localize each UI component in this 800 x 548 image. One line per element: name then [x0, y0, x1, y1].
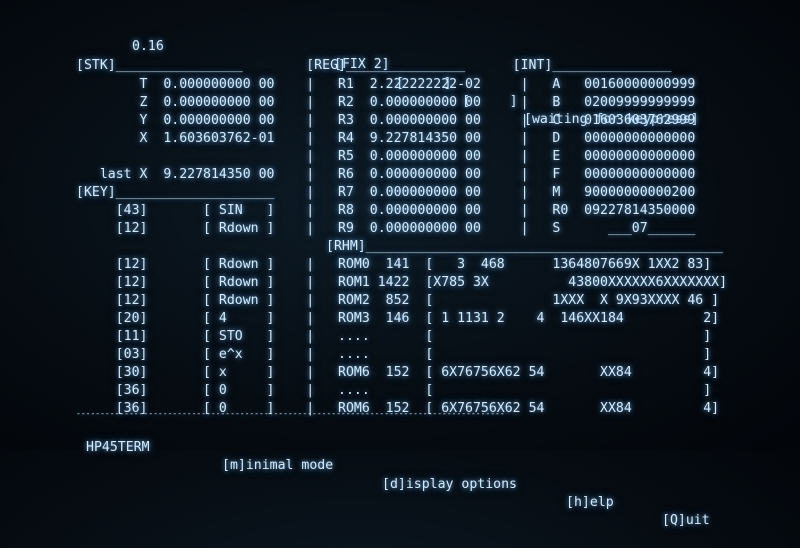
- register-cell: | R5 0.000000000 00: [274, 149, 489, 164]
- keycode-cell: [20] [ 4 ]: [76, 311, 275, 326]
- minimal-mode-option[interactable]: [m]inimal mode: [222, 457, 333, 475]
- key-rom-row-4: [11] [ STO ] | .... [ ]: [76, 328, 712, 346]
- keycode-cell: [03] [ e^x ]: [76, 347, 275, 362]
- row-8: [12] [ Rdown ] | R9 0.000000000 00 | S _…: [76, 220, 696, 238]
- internal-cell: | M 90000000000200: [488, 185, 696, 200]
- stack-register-int-headers: [STK]________________ [REG]_____________…: [76, 58, 672, 73]
- stack-cell: [12] [ Rdown ]: [76, 221, 275, 236]
- stack-cell: X 1.603603762-01: [76, 131, 275, 146]
- key-rom-row-0: [12] [ Rdown ] | ROM0 141 [ 3 468 136480…: [76, 256, 712, 274]
- stack-cell: last X 9.227814350 00: [76, 167, 275, 182]
- rom-cell: | ROM0 141 [ 3 468 1364807669X 1XX2 83]: [274, 257, 712, 272]
- rom-section-header: [RHM]___________________________________…: [326, 239, 723, 254]
- register-cell: | R8 0.000000000 00: [274, 203, 489, 218]
- key-rom-row-7: [36] [ 0 ] | .... [ ]: [76, 382, 712, 400]
- internal-cell: | B 02009999999999: [488, 95, 696, 110]
- register-cell: | R4 9.227814350 00: [274, 131, 489, 146]
- stack-cell: Z 0.000000000 00: [76, 95, 275, 110]
- keycode-cell: [36] [ 0 ]: [76, 383, 275, 398]
- row-1: Z 0.000000000 00 | R2 0.000000000 00 | B…: [76, 94, 696, 112]
- footer-divider: ----------------------------------------…: [76, 409, 505, 418]
- status-bar: 0.16 [FIX 2] [ ] [ ] [waiting for keypre…: [0, 20, 699, 147]
- key-rom-row-5: [03] [ e^x ] | .... [ ]: [76, 346, 712, 364]
- register-cell: | R3 0.000000000 00: [274, 113, 489, 128]
- rom-cell: | .... [ ]: [274, 347, 712, 362]
- register-cell: | R1 2.222222222-02: [274, 77, 489, 92]
- keycode-cell: [30] [ x ]: [76, 365, 275, 380]
- footer-menu: HP45TERM [m]inimal mode [d]isplay option…: [0, 421, 710, 548]
- register-cell: | R9 0.000000000 00: [274, 221, 489, 236]
- rom-cell: | ROM1 1422 [X785 3X 43800XXXXXX6XXXXXXX…: [274, 275, 728, 290]
- rom-cell: | ROM6 152 [ 6X76756X62 54 XX84 4]: [274, 365, 720, 380]
- internal-cell: | R0 09227814350000: [488, 203, 696, 218]
- keycode-cell: [12] [ Rdown ]: [76, 293, 275, 308]
- stack-cell: T 0.000000000 00: [76, 77, 275, 92]
- stack-cell: [43] [ SIN ]: [76, 203, 275, 218]
- rom-cell: | ROM2 852 [ 1XXX X 9X93XXXX 46 ]: [274, 293, 720, 308]
- row-7: [43] [ SIN ] | R8 0.000000000 00 | R0 09…: [76, 202, 696, 220]
- stack-cell: Y 0.000000000 00: [76, 113, 275, 128]
- display-options-option[interactable]: [d]isplay options: [382, 476, 517, 494]
- version-label: 0.16: [132, 39, 164, 55]
- key-rom-row-6: [30] [ x ] | ROM6 152 [ 6X76756X62 54 XX…: [76, 364, 719, 382]
- row-3: X 1.603603762-01 | R4 9.227814350 00 | D…: [76, 130, 696, 148]
- key-rom-row-2: [12] [ Rdown ] | ROM2 852 [ 1XXX X 9X93X…: [76, 292, 719, 310]
- internal-cell: | E 00000000000000: [488, 149, 696, 164]
- quit-option[interactable]: [Q]uit: [662, 512, 710, 530]
- key-rom-row-3: [20] [ 4 ] | ROM3 146 [ 1 1131 2 4 146XX…: [76, 310, 719, 328]
- register-cell: | R6 0.000000000 00: [274, 167, 489, 182]
- rom-cell: | .... [ ]: [274, 329, 712, 344]
- internal-cell: | A 00160000000999: [488, 77, 696, 92]
- row-2: Y 0.000000000 00 | R3 0.000000000 00 | C…: [76, 112, 696, 130]
- app-name: HP45TERM: [86, 440, 150, 456]
- internal-cell: | D 00000000000000: [488, 131, 696, 146]
- stack-cell: [KEY]____________________: [76, 185, 275, 200]
- rom-cell: | .... [ ]: [274, 383, 712, 398]
- keycode-cell: [11] [ STO ]: [76, 329, 275, 344]
- keycode-cell: [12] [ Rdown ]: [76, 257, 275, 272]
- stack-cell: [76, 149, 275, 164]
- internal-cell: | S ___07______: [488, 221, 696, 236]
- help-option[interactable]: [h]elp: [566, 494, 614, 512]
- row-0: T 0.000000000 00 | R1 2.222222222-02 | A…: [76, 76, 696, 94]
- row-5: last X 9.227814350 00 | R6 0.000000000 0…: [76, 166, 696, 184]
- key-rom-row-1: [12] [ Rdown ] | ROM1 1422 [X785 3X 4380…: [76, 274, 727, 292]
- keycode-cell: [12] [ Rdown ]: [76, 275, 275, 290]
- terminal-screen: 0.16 [FIX 2] [ ] [ ] [waiting for keypre…: [0, 0, 800, 528]
- internal-cell: | C 01603603762999: [488, 113, 696, 128]
- register-cell: | R7 0.000000000 00: [274, 185, 489, 200]
- rom-cell: | ROM3 146 [ 1 1131 2 4 146XX184 2]: [274, 311, 720, 326]
- row-4: | R5 0.000000000 00 | E 00000000000000: [76, 148, 695, 166]
- internal-cell: | F 00000000000000: [488, 167, 696, 182]
- row-6: [KEY]____________________ | R7 0.0000000…: [76, 184, 695, 202]
- register-cell: | R2 0.000000000 00: [274, 95, 489, 110]
